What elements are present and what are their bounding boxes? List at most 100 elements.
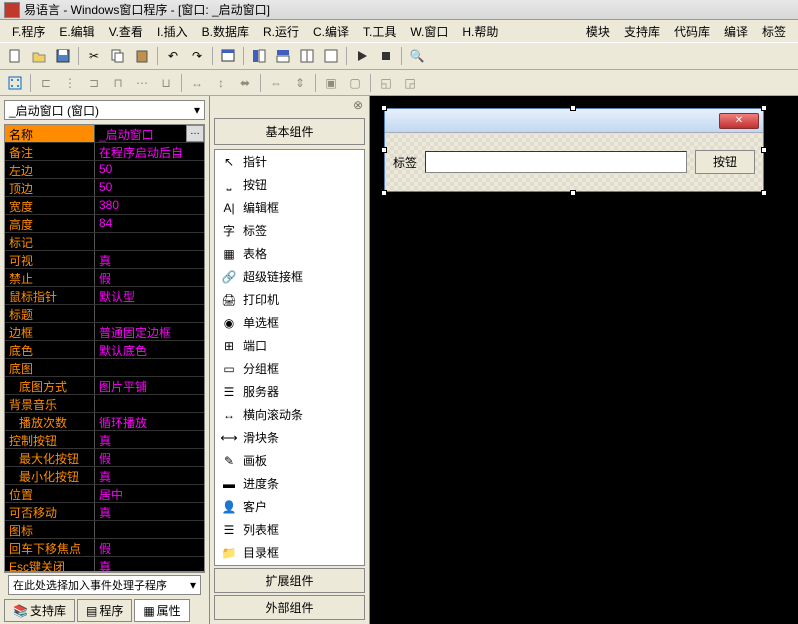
property-value[interactable]: 循环播放 (95, 413, 204, 430)
component-item[interactable]: 📁目录框 (215, 541, 364, 564)
align-bottom-button[interactable]: ⊔ (155, 72, 177, 94)
toolbox-category-button[interactable]: 外部组件 (214, 595, 365, 620)
component-item[interactable]: ↖指针 (215, 150, 364, 173)
menu-item[interactable]: W.窗口 (404, 21, 454, 42)
component-item[interactable]: ☰列表框 (215, 518, 364, 541)
property-value[interactable]: 真 (95, 467, 204, 484)
stop-button[interactable] (375, 45, 397, 67)
layout3-button[interactable] (296, 45, 318, 67)
panel-tab[interactable]: ▤程序 (77, 599, 132, 622)
property-value[interactable]: 真 (95, 251, 204, 268)
property-row[interactable]: 可视真 (5, 251, 204, 269)
align-grid-button[interactable] (4, 72, 26, 94)
property-row[interactable]: 宽度380 (5, 197, 204, 215)
property-value[interactable]: 默认底色 (95, 341, 204, 358)
open-button[interactable] (28, 45, 50, 67)
property-row[interactable]: 控制按钮真 (5, 431, 204, 449)
property-more-button[interactable]: … (186, 125, 204, 142)
property-value[interactable]: 50 (95, 161, 204, 178)
design-label[interactable]: 标签 (393, 154, 417, 171)
property-row[interactable]: 最小化按钮真 (5, 467, 204, 485)
menu-item[interactable]: I.插入 (151, 21, 194, 42)
toolbox-category-button[interactable]: 扩展组件 (214, 568, 365, 593)
design-button[interactable]: 按钮 (695, 150, 755, 174)
undo-button[interactable]: ↶ (162, 45, 184, 67)
selection-handle[interactable] (761, 190, 767, 196)
property-value[interactable]: 真 (95, 431, 204, 448)
menu-item[interactable]: C.编译 (307, 21, 355, 42)
component-item[interactable]: ⊞端口 (215, 334, 364, 357)
component-item[interactable]: 🖨打印机 (215, 288, 364, 311)
property-row[interactable]: 图标 (5, 521, 204, 539)
layout2-button[interactable] (272, 45, 294, 67)
menu-item[interactable]: 代码库 (668, 21, 716, 42)
menu-item[interactable]: E.编辑 (53, 21, 100, 42)
new-button[interactable] (4, 45, 26, 67)
align-top-button[interactable]: ⊓ (107, 72, 129, 94)
layout4-button[interactable] (320, 45, 342, 67)
center-h-button[interactable]: ▣ (320, 72, 342, 94)
property-row[interactable]: 底色默认底色 (5, 341, 204, 359)
menu-item[interactable]: T.工具 (357, 21, 402, 42)
window-button[interactable] (217, 45, 239, 67)
property-value[interactable]: 普通固定边框 (95, 323, 204, 340)
menu-item[interactable]: F.程序 (6, 21, 51, 42)
component-item[interactable]: ☰服务器 (215, 380, 364, 403)
component-item[interactable]: ⎵按钮 (215, 173, 364, 196)
menu-item[interactable]: 模块 (580, 21, 616, 42)
property-value[interactable]: 真 (95, 503, 204, 520)
save-button[interactable] (52, 45, 74, 67)
same-size-button[interactable]: ⬌ (234, 72, 256, 94)
property-value[interactable]: 50 (95, 179, 204, 196)
cut-button[interactable]: ✂ (83, 45, 105, 67)
component-item[interactable]: 🔗超级链接框 (215, 265, 364, 288)
property-value[interactable]: 假 (95, 539, 204, 556)
selection-handle[interactable] (381, 105, 387, 111)
selection-handle[interactable] (570, 105, 576, 111)
menu-item[interactable]: 编译 (718, 21, 754, 42)
selection-handle[interactable] (381, 190, 387, 196)
design-form[interactable]: ✕ 标签 按钮 (384, 108, 764, 192)
property-value[interactable]: 380 (95, 197, 204, 214)
property-row[interactable]: 最大化按钮假 (5, 449, 204, 467)
component-item[interactable]: 字标签 (215, 219, 364, 242)
copy-button[interactable] (107, 45, 129, 67)
redo-button[interactable]: ↷ (186, 45, 208, 67)
property-row[interactable]: 标记 (5, 233, 204, 251)
property-row[interactable]: 鼠标指针默认型 (5, 287, 204, 305)
component-item[interactable]: ▬进度条 (215, 472, 364, 495)
close-icon[interactable]: ✕ (719, 113, 759, 129)
selection-handle[interactable] (761, 147, 767, 153)
selection-handle[interactable] (570, 190, 576, 196)
property-value[interactable] (95, 521, 204, 538)
property-value[interactable]: 默认型 (95, 287, 204, 304)
align-right-button[interactable]: ⊐ (83, 72, 105, 94)
bring-front-button[interactable]: ◱ (375, 72, 397, 94)
property-row[interactable]: 底图方式图片平铺 (5, 377, 204, 395)
menu-item[interactable]: 支持库 (618, 21, 666, 42)
menu-item[interactable]: V.查看 (103, 21, 149, 42)
property-value[interactable] (95, 359, 204, 376)
align-left-button[interactable]: ⊏ (35, 72, 57, 94)
property-row[interactable]: 标题 (5, 305, 204, 323)
property-row[interactable]: 名称_启动窗口… (5, 125, 204, 143)
find-button[interactable]: 🔍 (406, 45, 428, 67)
property-value[interactable]: 在程序启动后自 (95, 143, 204, 160)
property-row[interactable]: 底图 (5, 359, 204, 377)
center-v-button[interactable]: ▢ (344, 72, 366, 94)
property-row[interactable]: 禁止假 (5, 269, 204, 287)
property-row[interactable]: 回车下移焦点假 (5, 539, 204, 557)
form-designer[interactable]: ✕ 标签 按钮 (370, 96, 798, 624)
selection-handle[interactable] (381, 147, 387, 153)
component-item[interactable]: A|编辑框 (215, 196, 364, 219)
property-value[interactable] (95, 305, 204, 322)
property-row[interactable]: Esc键关闭真 (5, 557, 204, 572)
property-value[interactable]: _启动窗口 (95, 125, 186, 142)
selection-handle[interactable] (761, 105, 767, 111)
panel-close-icon[interactable]: ⊗ (353, 98, 363, 112)
event-selector[interactable]: 在此处选择加入事件处理子程序 ▾ (8, 575, 201, 595)
menu-item[interactable]: R.运行 (257, 21, 305, 42)
dist-v-button[interactable]: ⇕ (289, 72, 311, 94)
design-textbox[interactable] (425, 151, 687, 173)
dist-h-button[interactable]: ⇔ (265, 72, 287, 94)
